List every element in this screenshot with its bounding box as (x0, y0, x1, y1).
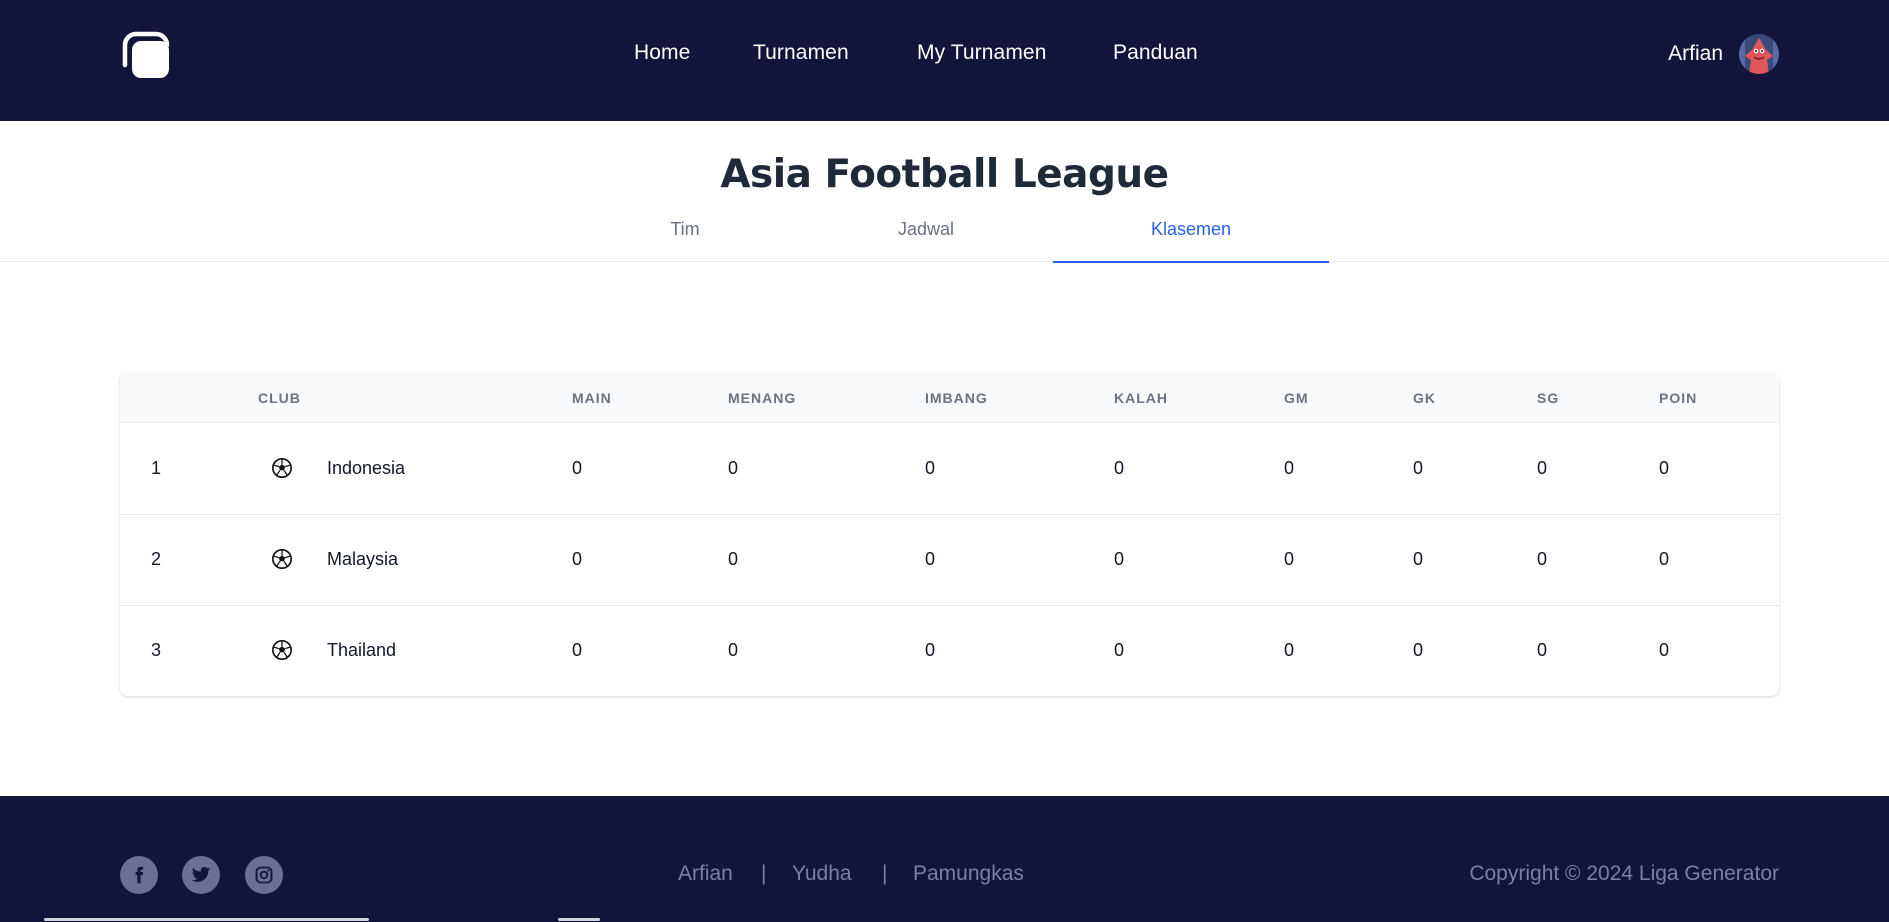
footer: Arfian | Yudha | Pamungkas Copyright © 2… (0, 796, 1889, 922)
tab-klasemen[interactable]: Klasemen (1053, 219, 1329, 263)
col-club: CLUB (258, 390, 301, 406)
col-imbang: IMBANG (925, 390, 988, 406)
table-row[interactable]: 2 Malaysia 0 0 0 0 0 0 0 0 (120, 515, 1779, 606)
club-name: Thailand (327, 640, 397, 660)
horizontal-scrollbar-thumb[interactable] (558, 918, 600, 921)
tab-tim[interactable]: Tim (601, 219, 769, 263)
kalah-cell: 0 (1114, 640, 1125, 660)
footer-link-pamungkas[interactable]: Pamungkas (913, 862, 1024, 886)
poin-cell: 0 (1659, 549, 1670, 569)
top-navbar: Home Turnamen My Turnamen Panduan Arfian (0, 0, 1889, 121)
main-cell: 0 (572, 458, 583, 478)
gm-cell: 0 (1284, 640, 1295, 660)
kalah-cell: 0 (1114, 458, 1125, 478)
col-gk: GK (1413, 390, 1436, 406)
sg-cell: 0 (1537, 458, 1548, 478)
nav-home[interactable]: Home (634, 41, 690, 65)
standings-table: CLUB MAIN MENANG IMBANG KALAH GM GK SG P… (120, 373, 1779, 696)
col-gm: GM (1284, 390, 1309, 406)
page-title: Asia Football League (720, 152, 1169, 197)
gm-cell: 0 (1284, 549, 1295, 569)
nav-turnamen[interactable]: Turnamen (753, 41, 849, 65)
imbang-cell: 0 (925, 549, 936, 569)
gk-cell: 0 (1413, 458, 1424, 478)
kalah-cell: 0 (1114, 549, 1125, 569)
soccer-ball-icon (272, 640, 292, 660)
col-sg: SG (1537, 390, 1560, 406)
rank-cell: 2 (151, 549, 162, 569)
footer-separator: | (882, 862, 888, 885)
footer-separator: | (761, 862, 767, 885)
imbang-cell: 0 (925, 640, 936, 660)
rank-cell: 1 (151, 458, 162, 478)
copyright-text: Copyright © 2024 Liga Generator (1469, 862, 1779, 885)
menang-cell: 0 (728, 458, 739, 478)
sg-cell: 0 (1537, 549, 1548, 569)
poin-cell: 0 (1659, 458, 1670, 478)
soccer-ball-icon (272, 549, 292, 569)
gm-cell: 0 (1284, 458, 1295, 478)
club-name: Indonesia (327, 458, 406, 478)
avatar[interactable] (1739, 34, 1779, 74)
soccer-ball-icon (272, 458, 292, 478)
col-kalah: KALAH (1114, 390, 1168, 406)
nav-panduan[interactable]: Panduan (1113, 41, 1198, 65)
tab-jadwal[interactable]: Jadwal (842, 219, 1010, 263)
rank-cell: 3 (151, 640, 162, 660)
main-nav: Home Turnamen My Turnamen Panduan (0, 0, 1889, 121)
club-name: Malaysia (327, 549, 399, 569)
col-main: MAIN (572, 390, 612, 406)
menang-cell: 0 (728, 640, 739, 660)
footer-link-yudha[interactable]: Yudha (792, 862, 852, 886)
col-menang: MENANG (728, 390, 797, 406)
user-menu[interactable]: Arfian (1668, 33, 1779, 75)
sg-cell: 0 (1537, 640, 1548, 660)
poin-cell: 0 (1659, 640, 1670, 660)
main-cell: 0 (572, 549, 583, 569)
table-row[interactable]: 1 Indonesia 0 0 0 0 0 0 0 0 (120, 424, 1779, 515)
footer-link-arfian[interactable]: Arfian (678, 862, 733, 886)
table-header: CLUB MAIN MENANG IMBANG KALAH GM GK SG P… (120, 373, 1779, 423)
horizontal-scrollbar[interactable] (44, 918, 369, 921)
nav-my-turnamen[interactable]: My Turnamen (917, 41, 1046, 65)
col-poin: POIN (1659, 390, 1698, 406)
table-row[interactable]: 3 Thailand 0 0 0 0 0 0 0 0 (120, 606, 1779, 696)
menang-cell: 0 (728, 549, 739, 569)
imbang-cell: 0 (925, 458, 936, 478)
gk-cell: 0 (1413, 549, 1424, 569)
main-cell: 0 (572, 640, 583, 660)
gk-cell: 0 (1413, 640, 1424, 660)
user-name: Arfian (1668, 42, 1723, 65)
